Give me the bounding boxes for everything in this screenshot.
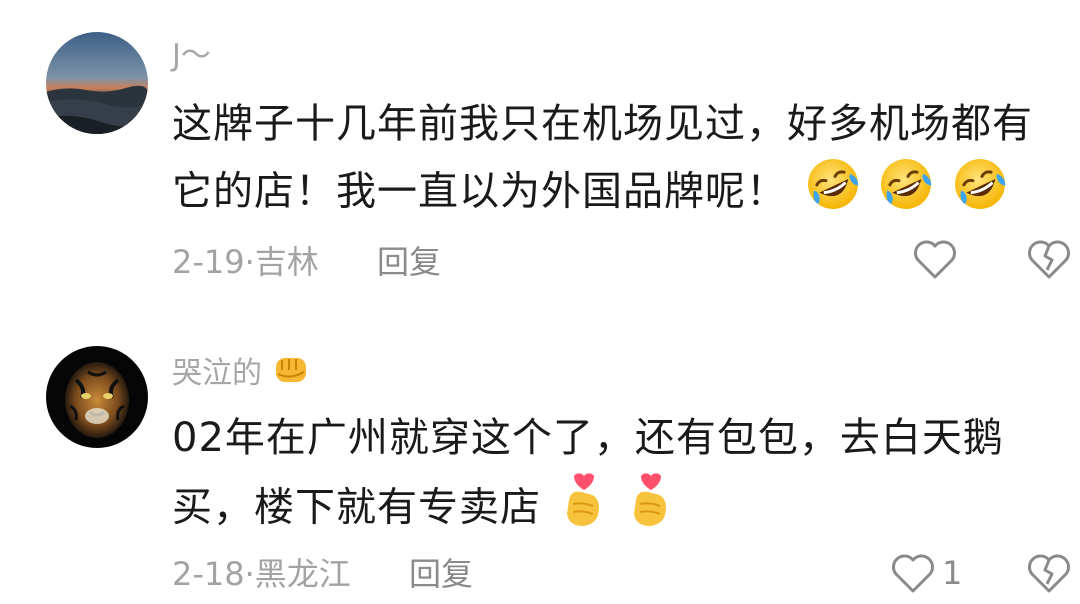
comment-text: 02年在广州就穿这个了，还有包包，去白天鹅 买，楼下就有专卖店 (172, 406, 1052, 549)
comment-date: 2-19 (172, 243, 245, 281)
comment-item: J～ 这牌子十几年前我只在机场见过，好多机场都有 它的店！我一直以为外国品牌呢！ (0, 0, 1080, 300)
finger-heart-emoji-icon (559, 470, 609, 549)
comment-text-line: 它的店！我一直以为外国品牌呢！ (172, 168, 787, 215)
username[interactable]: 哭泣的 (172, 352, 312, 397)
like-button[interactable]: 1 (890, 552, 962, 594)
comment-text-line: 02年在广州就穿这个了，还有包包，去白天鹅 (172, 415, 1004, 461)
comment-date: 2-18 (172, 555, 245, 593)
dislike-button[interactable] (1026, 238, 1072, 280)
broken-heart-icon (1028, 554, 1070, 593)
broken-heart-icon (1028, 240, 1070, 279)
rofl-emoji-icon (952, 156, 1008, 231)
comment-text: 这牌子十几年前我只在机场见过，好多机场都有 它的店！我一直以为外国品牌呢！ (172, 92, 1052, 231)
heart-outline-icon (914, 240, 956, 279)
avatar[interactable] (46, 346, 148, 448)
reply-button[interactable]: 回复 (409, 555, 473, 593)
comment-text-line: 买，楼下就有专卖店 (172, 484, 541, 531)
sunset-sea-avatar-icon (46, 32, 148, 134)
username[interactable]: J～ (172, 38, 211, 74)
meta-separator: · (244, 555, 255, 593)
comment-location: 黑龙江 (254, 555, 351, 593)
comment-meta: 2-18·黑龙江 回复 (172, 554, 473, 594)
tiger-avatar-icon (46, 346, 148, 448)
comment-location: 吉林 (254, 243, 319, 281)
heart-outline-icon (892, 554, 934, 593)
fist-emoji-icon (272, 352, 312, 397)
avatar[interactable] (46, 32, 148, 134)
rofl-emoji-icon (878, 156, 934, 231)
like-count: 1 (942, 554, 963, 592)
rofl-emoji-icon (805, 156, 861, 231)
username-text: J～ (172, 38, 211, 73)
meta-separator: · (244, 243, 255, 281)
comment-meta: 2-19·吉林 回复 (172, 242, 441, 282)
comment-text-line: 这牌子十几年前我只在机场见过，好多机场都有 (172, 101, 1033, 147)
like-button[interactable] (912, 238, 964, 280)
finger-heart-emoji-icon (626, 470, 676, 549)
comment-item: 哭泣的 02年在广州就穿这个了，还有包包，去白天鹅 买，楼下就有专卖店 2-18… (0, 300, 1080, 604)
dislike-button[interactable] (1026, 552, 1072, 594)
username-text: 哭泣的 (172, 356, 262, 391)
reply-button[interactable]: 回复 (377, 243, 441, 281)
